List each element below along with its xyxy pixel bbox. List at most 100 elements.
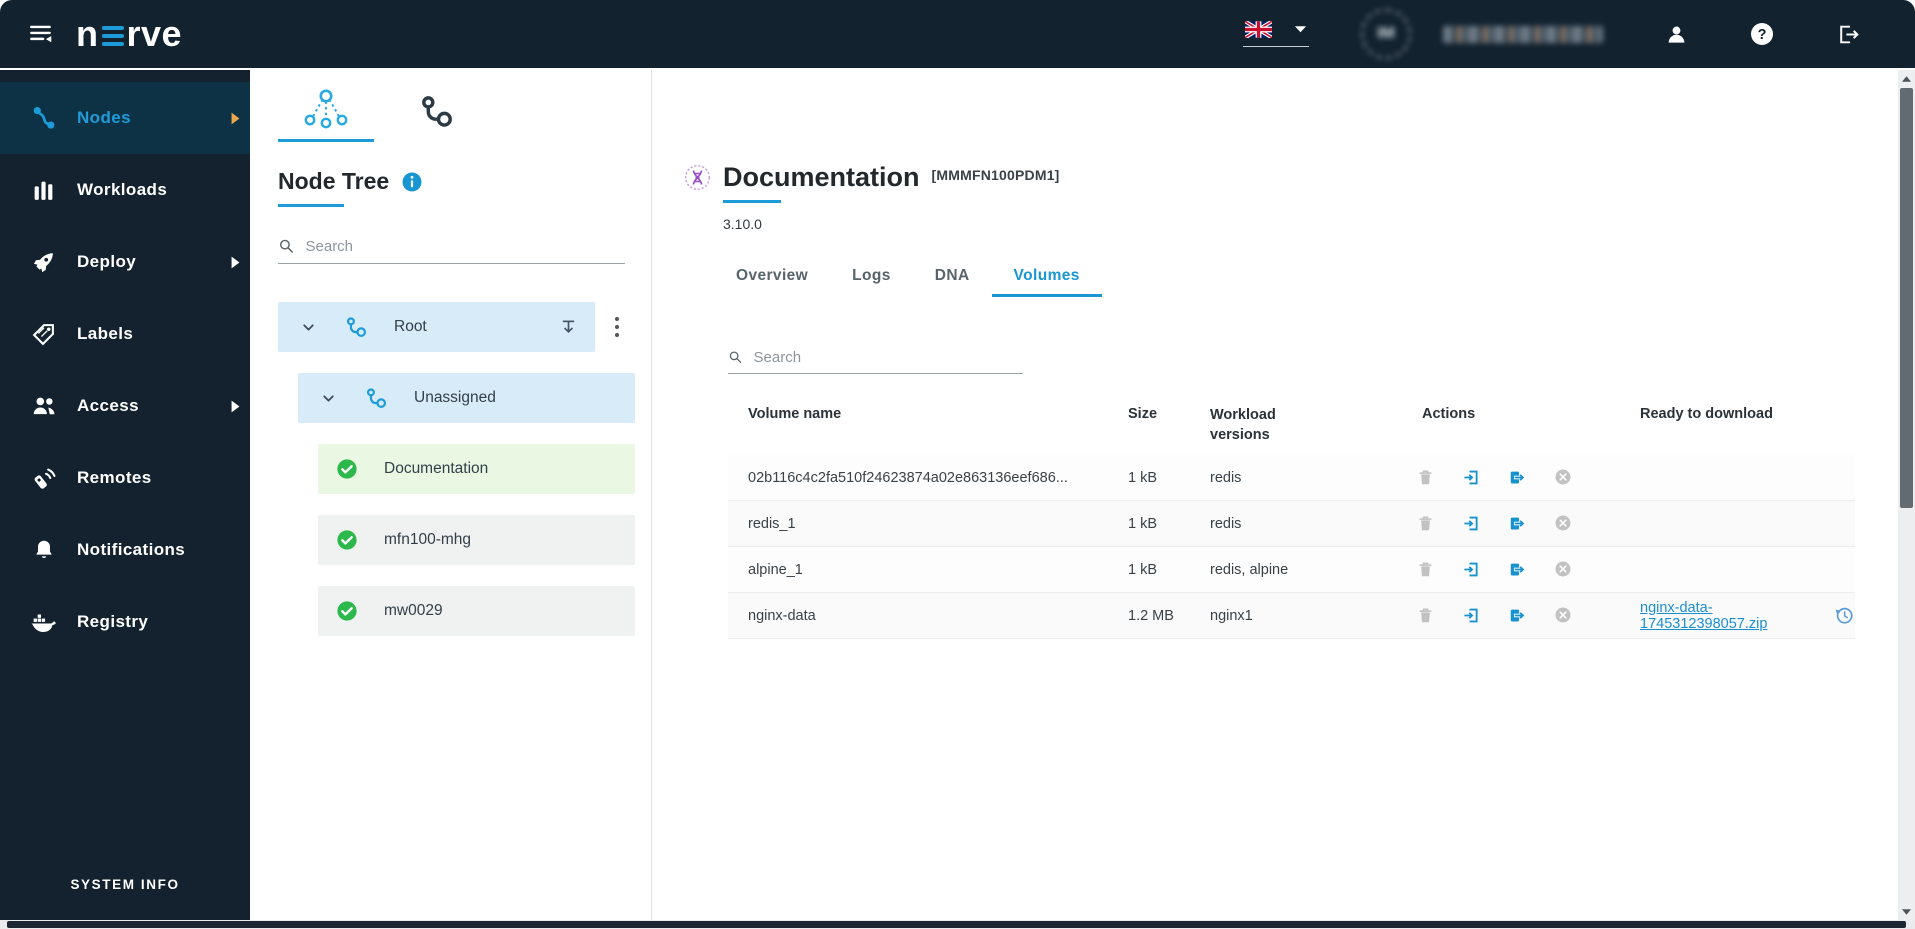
sidebar-item-registry[interactable]: Registry xyxy=(0,586,250,658)
vertical-scrollbar[interactable] xyxy=(1898,70,1915,920)
topbar: n rve IM ? xyxy=(0,0,1915,68)
system-info-button[interactable]: SYSTEM INFO xyxy=(0,877,250,892)
tree-label: mw0029 xyxy=(384,602,443,619)
root-menu-button[interactable] xyxy=(609,311,625,343)
col-volume-name: Volume name xyxy=(748,406,842,422)
tab-dna[interactable]: DNA xyxy=(913,259,992,297)
node-tree-search[interactable] xyxy=(278,237,625,264)
horizontal-scroll-thumb[interactable] xyxy=(7,921,1906,928)
profile-button[interactable] xyxy=(1665,23,1688,46)
workload-versions: redis xyxy=(1210,469,1242,486)
sidebar-item-access[interactable]: Access xyxy=(0,370,250,442)
help-button[interactable]: ? xyxy=(1750,22,1774,46)
download-history-icon[interactable] xyxy=(1834,605,1855,626)
sidebar: Nodes Workloads Deploy Labels Access Rem… xyxy=(0,70,250,920)
language-underline xyxy=(1243,46,1309,47)
cancel-export-button[interactable] xyxy=(1554,514,1573,533)
volume-name: redis_1 xyxy=(748,515,796,532)
volume-size: 1.2 MB xyxy=(1128,607,1174,624)
tab-logs[interactable]: Logs xyxy=(830,259,913,297)
tab-overview[interactable]: Overview xyxy=(714,259,830,297)
svg-text:?: ? xyxy=(1758,27,1767,43)
volume-size: 1 kB xyxy=(1128,561,1158,578)
workload-versions: nginx1 xyxy=(1210,607,1253,624)
cancel-export-button[interactable] xyxy=(1554,468,1573,487)
title-accent xyxy=(278,204,344,207)
export-volume-button[interactable] xyxy=(1508,514,1527,533)
info-icon[interactable] xyxy=(402,172,422,192)
col-size: Size xyxy=(1128,406,1158,422)
language-selector[interactable] xyxy=(1243,21,1309,47)
volume-name: alpine_1 xyxy=(748,561,803,578)
import-volume-button[interactable] xyxy=(1462,514,1481,533)
tree-row-mfn100-mhg[interactable]: mfn100-mhg xyxy=(318,515,635,565)
collapse-all-icon[interactable] xyxy=(558,317,579,338)
tab-volumes[interactable]: Volumes xyxy=(991,259,1102,297)
registry-icon xyxy=(30,611,57,634)
tree-row-unassigned[interactable]: Unassigned xyxy=(298,373,635,423)
view-switcher xyxy=(278,88,651,142)
sidebar-item-labels[interactable]: Labels xyxy=(0,298,250,370)
delete-volume-button[interactable] xyxy=(1416,560,1435,579)
col-actions: Actions xyxy=(1422,406,1476,422)
help-icon: ? xyxy=(1751,23,1773,45)
vertical-scroll-thumb[interactable] xyxy=(1900,88,1913,508)
table-header: Volume name Size Workload versions Actio… xyxy=(728,394,1855,455)
uk-flag-icon xyxy=(1245,21,1272,38)
online-status-icon xyxy=(336,600,358,622)
download-cell: nginx-data-1745312398057.zip xyxy=(1622,600,1855,632)
node-title: Documentation xyxy=(723,162,920,192)
node-detail-panel: Documentation [MMMFN100PDM1] 3.10.0 Over… xyxy=(652,70,1898,920)
node-group-icon xyxy=(365,387,388,410)
tab-node-tree-view[interactable] xyxy=(278,88,374,142)
import-volume-button[interactable] xyxy=(1462,560,1481,579)
delete-volume-button[interactable] xyxy=(1416,514,1435,533)
chevron-down-icon[interactable] xyxy=(320,390,337,407)
logo-text-n: n xyxy=(76,13,99,54)
sidebar-item-workloads[interactable]: Workloads xyxy=(0,154,250,226)
sidebar-item-notifications[interactable]: Notifications xyxy=(0,514,250,586)
access-icon xyxy=(30,393,57,419)
cancel-export-button[interactable] xyxy=(1554,560,1573,579)
avatar[interactable]: IM xyxy=(1361,9,1411,59)
import-volume-button[interactable] xyxy=(1462,606,1481,625)
horizontal-scrollbar[interactable] xyxy=(0,920,1915,929)
tab-node-list-view[interactable] xyxy=(402,94,472,142)
volumes-search[interactable] xyxy=(728,349,1023,374)
search-icon xyxy=(278,237,296,256)
sidebar-item-remotes[interactable]: Remotes xyxy=(0,442,250,514)
tree-row-mw0029[interactable]: mw0029 xyxy=(318,586,635,636)
volumes-table: Volume name Size Workload versions Actio… xyxy=(728,394,1855,640)
tree-row-root[interactable]: Root xyxy=(278,302,595,352)
logo-text-rve: rve xyxy=(126,13,183,54)
export-volume-button[interactable] xyxy=(1508,468,1527,487)
volumes-search-input[interactable] xyxy=(753,349,1023,366)
col-workload-versions: Workload versions xyxy=(1210,407,1276,443)
volume-download-link[interactable]: nginx-data-1745312398057.zip xyxy=(1640,600,1825,632)
sidebar-item-deploy[interactable]: Deploy xyxy=(0,226,250,298)
menu-toggle-button[interactable] xyxy=(28,21,54,47)
row-actions xyxy=(1402,606,1622,625)
delete-volume-button[interactable] xyxy=(1416,468,1435,487)
scroll-down-arrow[interactable] xyxy=(1898,903,1915,920)
export-volume-button[interactable] xyxy=(1508,560,1527,579)
chevron-down-icon[interactable] xyxy=(300,319,317,336)
scroll-up-arrow[interactable] xyxy=(1898,70,1915,87)
nerve-logo: n rve xyxy=(76,13,182,55)
sidebar-item-label: Registry xyxy=(77,612,149,631)
row-actions xyxy=(1402,514,1622,533)
export-volume-button[interactable] xyxy=(1508,606,1527,625)
cancel-export-button[interactable] xyxy=(1554,606,1573,625)
sidebar-item-label: Notifications xyxy=(77,540,186,559)
delete-volume-button[interactable] xyxy=(1416,606,1435,625)
volume-name: 02b116c4c2fa510f24623874a02e863136eef686… xyxy=(748,469,1068,486)
logout-button[interactable] xyxy=(1836,22,1861,47)
expand-arrow-icon xyxy=(229,399,242,414)
import-volume-button[interactable] xyxy=(1462,468,1481,487)
tree-row-documentation[interactable]: Documentation xyxy=(318,444,635,494)
node-tree-search-input[interactable] xyxy=(305,238,625,255)
expand-arrow-icon xyxy=(229,255,242,270)
node-tree: Root Unassigned Documentation mfn100-mhg… xyxy=(278,302,651,636)
sidebar-item-nodes[interactable]: Nodes xyxy=(0,82,250,154)
caret-down-icon xyxy=(1294,26,1307,33)
